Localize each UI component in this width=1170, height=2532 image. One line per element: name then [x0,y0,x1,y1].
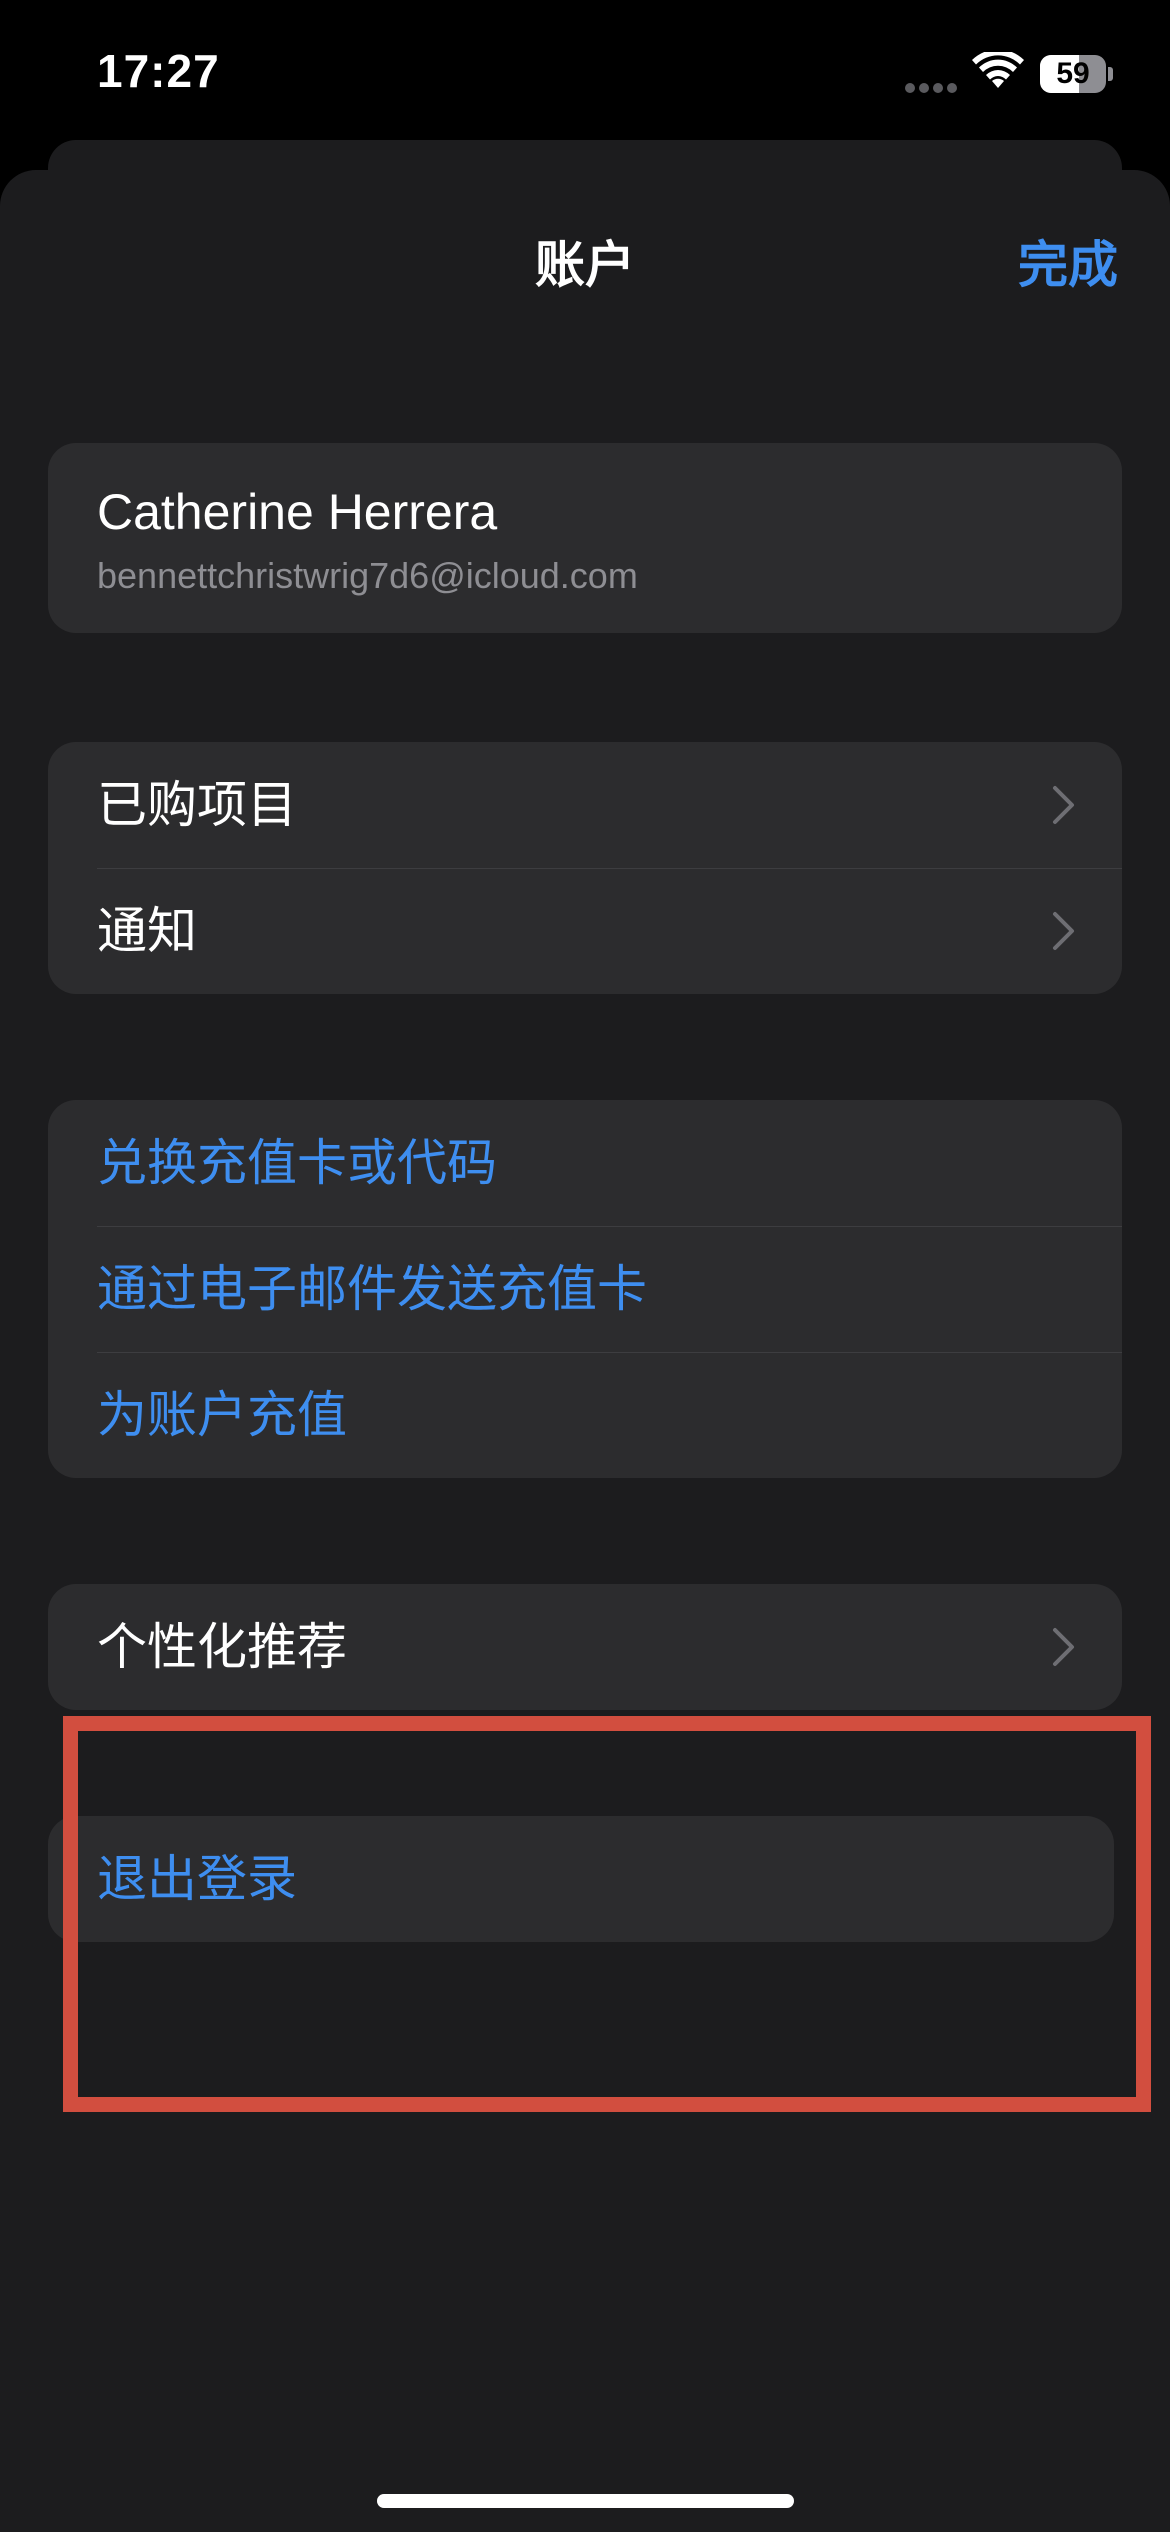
page-title: 账户 [535,237,635,293]
chevron-right-icon [1053,786,1074,824]
personalized-recommendations-row[interactable]: 个性化推荐 [48,1584,1122,1710]
purchases-group: 已购项目 通知 [48,742,1122,994]
battery-icon: 59 [1040,55,1113,93]
redeem-giftcard-row[interactable]: 兑换充值卡或代码 [48,1100,1122,1226]
sign-out-button[interactable]: 退出登录 [48,1816,1114,1942]
row-label: 通知 [97,903,197,959]
row-label: 已购项目 [97,777,297,833]
chevron-right-icon [1053,1628,1074,1666]
send-giftcard-email-row[interactable]: 通过电子邮件发送充值卡 [48,1226,1122,1352]
notifications-row[interactable]: 通知 [48,868,1122,994]
account-name: Catherine Herrera [97,484,498,540]
sign-out-group: 退出登录 [48,1816,1114,1942]
home-indicator[interactable] [377,2494,794,2508]
account-info-card[interactable]: Catherine Herrera bennettchristwrig7d6@i… [48,443,1122,633]
account-email: bennettchristwrig7d6@icloud.com [97,555,638,596]
chevron-right-icon [1053,912,1074,950]
add-funds-row[interactable]: 为账户充值 [48,1352,1122,1478]
row-label: 个性化推荐 [97,1619,347,1675]
done-button[interactable]: 完成 [1018,225,1118,297]
giftcard-group: 兑换充值卡或代码 通过电子邮件发送充值卡 为账户充值 [48,1100,1122,1478]
wifi-icon [972,52,1024,88]
purchased-items-row[interactable]: 已购项目 [48,742,1122,868]
personalize-group: 个性化推荐 [48,1584,1122,1710]
status-bar: 17:27 59 [0,0,1170,140]
cellular-dots-icon [905,80,961,93]
battery-percent: 59 [1056,57,1090,90]
status-time: 17:27 [97,45,220,97]
